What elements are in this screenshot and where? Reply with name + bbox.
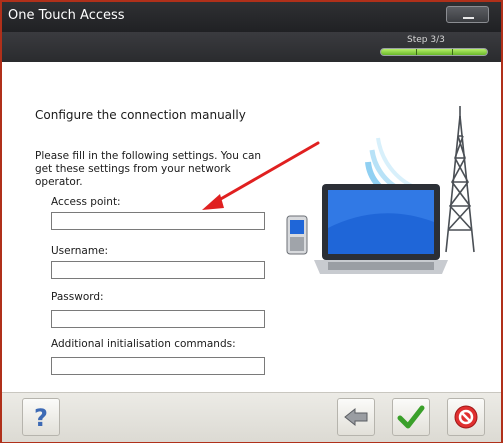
checkmark-icon <box>397 405 425 429</box>
access-point-label: Access point: <box>51 196 121 208</box>
cell-tower-icon <box>445 106 475 253</box>
step-label: Step 3/3 <box>407 35 445 45</box>
title-bar: One Touch Access <box>2 2 501 32</box>
step-progress-fill <box>381 49 487 55</box>
minimize-icon <box>463 17 474 19</box>
init-commands-input[interactable] <box>51 357 265 375</box>
mobile-phone-icon <box>286 215 308 255</box>
wizard-content: Configure the connection manually Please… <box>2 62 501 392</box>
back-arrow-icon <box>344 407 368 427</box>
access-point-input[interactable] <box>51 212 265 230</box>
laptop-icon <box>314 184 448 274</box>
wizard-step-bar: Step 3/3 <box>2 32 501 62</box>
page-heading: Configure the connection manually <box>35 108 246 122</box>
progress-separator <box>416 49 417 55</box>
username-label: Username: <box>51 245 109 257</box>
connection-illustration <box>286 106 475 274</box>
progress-separator <box>452 49 453 55</box>
password-label: Password: <box>51 291 104 303</box>
init-commands-label: Additional initialisation commands: <box>51 338 236 350</box>
svg-text:?: ? <box>34 405 48 429</box>
username-input[interactable] <box>51 261 265 279</box>
password-input[interactable] <box>51 310 265 328</box>
step-progress-bar <box>380 48 488 56</box>
help-button[interactable]: ? <box>22 398 60 436</box>
cancel-button[interactable] <box>447 398 485 436</box>
wizard-footer: ? <box>2 392 501 442</box>
confirm-button[interactable] <box>392 398 430 436</box>
minimize-button[interactable] <box>446 6 489 23</box>
window-title: One Touch Access <box>8 8 125 23</box>
back-button[interactable] <box>337 398 375 436</box>
question-mark-icon: ? <box>34 405 48 429</box>
cancel-icon <box>454 405 478 429</box>
